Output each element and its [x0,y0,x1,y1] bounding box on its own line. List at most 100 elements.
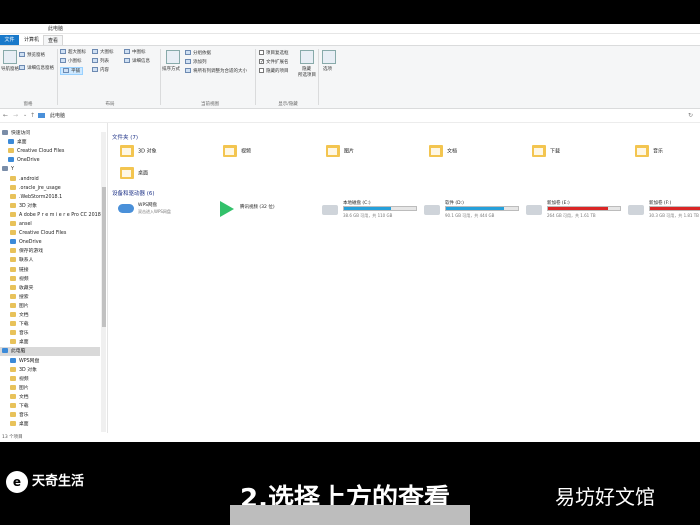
layout-icon [60,58,66,63]
layout-details[interactable]: 详细信息 [124,58,150,64]
folder-item[interactable]: 桌面 [120,167,148,179]
nav-item[interactable]: OneDrive [0,238,100,247]
layout-xl-icons[interactable]: 超大图标 [60,49,86,55]
forward-arrow-icon[interactable]: → [13,112,18,119]
hidden-items-toggle[interactable]: 隐藏的项目 [259,68,289,74]
nav-item[interactable]: 桌面 [0,338,100,347]
fit-columns-button[interactable]: 将所有列调整为合适的大小 [185,68,247,74]
tab-computer[interactable]: 计算机 [20,35,43,45]
preview-pane-button[interactable]: 预览窗格 [19,52,45,58]
nav-item[interactable]: Creative Cloud Files [0,147,100,156]
layout-icon [92,67,98,72]
folders-section-header[interactable]: 文件夹 (7) [112,133,138,141]
sort-button[interactable]: 排序方式 [162,66,180,72]
drive-item[interactable]: 软件 (D:) 90.1 GB 可用，共 444 GB [424,200,524,222]
folder-icon [10,384,16,390]
nav-item[interactable]: 文档 [0,311,100,320]
add-column-button[interactable]: 添加列 [185,59,207,65]
nav-pane-icon[interactable] [3,50,17,64]
nav-item[interactable]: 桌面 [0,138,100,147]
nav-scrollbar[interactable] [101,132,106,432]
checkbox-icon [259,68,264,73]
nav-item[interactable]: OneDrive [0,156,100,165]
item-checkbox-toggle[interactable]: 项目复选框 [259,50,289,56]
drive-item[interactable]: 本地磁盘 (C:) 38.6 GB 可用，共 110 GB [322,200,422,222]
address-path[interactable]: 此电脑 [50,112,65,119]
layout-content[interactable]: 内容 [92,67,109,73]
folder-item[interactable]: 音乐 [635,145,663,157]
layout-medium-icons[interactable]: 中图标 [124,49,146,55]
nav-item[interactable]: 搜索 [0,293,100,302]
nav-item[interactable]: 快速访问 [0,129,100,138]
devices-section-header[interactable]: 设备和驱动器 (6) [112,189,155,197]
tab-file[interactable]: 文件 [0,35,19,45]
nav-item[interactable]: 3D 对象 [0,366,100,375]
drive-free-space: 264 GB 可用，共 1.61 TB [547,213,596,218]
nav-item[interactable]: 链接 [0,266,100,275]
nav-item[interactable]: ansel [0,220,100,229]
ribbon: 导航窗格 预览窗格 详细信息窗格 窗格 超大图标 大图标 中图标 小图标 列表 … [0,45,700,109]
drive-item[interactable]: 新加卷 (E:) 264 GB 可用，共 1.61 TB [526,200,626,222]
nav-item[interactable]: .oracle_jre_usage [0,184,100,193]
nav-item[interactable]: Creative Cloud Files [0,229,100,238]
drive-usage-fill [650,207,700,210]
nav-pane-button[interactable]: 导航窗格 [1,66,19,72]
layout-icon [124,49,130,54]
folder-item[interactable]: 文档 [429,145,457,157]
back-arrow-icon[interactable]: ← [3,112,8,119]
layout-tiles[interactable]: 平铺 [60,67,83,75]
groupby-button[interactable]: 分组依据 [185,50,211,56]
up-arrow-icon[interactable]: ↑ [30,112,35,119]
nav-item[interactable]: .android [0,175,100,184]
folder-item[interactable]: 图片 [326,145,354,157]
nav-item[interactable]: 音乐 [0,329,100,338]
nav-item[interactable]: 下载 [0,320,100,329]
layout-list[interactable]: 列表 [92,58,109,64]
file-extension-toggle[interactable]: ✓ 文件扩展名 [259,59,289,65]
nav-item[interactable]: 视频 [0,275,100,284]
device-wps-cloud[interactable]: WPS网盘 双击进入WPS网盘 [118,201,208,219]
explorer-window: 此电脑 文件 计算机 查看 导航窗格 预览窗格 详细信息窗格 窗格 超大图标 大… [0,24,700,442]
nav-item[interactable]: 收藏夹 [0,284,100,293]
nav-item[interactable]: 保存的游戏 [0,247,100,256]
nav-item[interactable]: 图片 [0,384,100,393]
nav-item[interactable]: 联系人 [0,256,100,265]
options-button[interactable]: 选项 [323,66,332,72]
folder-item[interactable]: 下载 [532,145,560,157]
refresh-icon[interactable]: ↻ [688,112,693,119]
details-pane-button[interactable]: 详细信息窗格 [19,65,54,71]
drive-free-space: 90.1 GB 可用，共 444 GB [445,213,495,218]
nav-item[interactable]: 视频 [0,375,100,384]
layout-large-icons[interactable]: 大图标 [92,49,114,55]
drive-usage-fill [446,207,504,210]
cloud-icon [10,239,16,245]
nav-item[interactable]: Y [0,165,100,174]
recent-dropdown-icon[interactable]: ⌄ [23,112,27,118]
options-icon[interactable] [322,50,336,64]
nav-item[interactable]: 桌面 [0,420,100,429]
drive-usage-bar [649,206,700,211]
tab-view[interactable]: 查看 [43,35,64,45]
nav-item[interactable]: 文档 [0,393,100,402]
address-bar[interactable]: ← → ⌄ ↑ 此电脑 ↻ [0,109,700,123]
scrollbar-thumb[interactable] [101,187,106,327]
drive-item[interactable]: 新加卷 (F:) 30.3 GB 可用，共 1.81 TB [628,200,700,222]
nav-item[interactable]: 图片 [0,302,100,311]
device-name: 腾讯视频 (32 位) [240,205,275,210]
hide-selected-button-line2[interactable]: 所选项目 [298,72,316,78]
title-bar: 此电脑 [0,24,700,34]
folder-item[interactable]: 3D 对象 [120,145,157,157]
nav-item[interactable]: 3D 对象 [0,202,100,211]
nav-item[interactable]: 下载 [0,402,100,411]
device-tencent-video[interactable]: 腾讯视频 (32 位) [220,201,310,219]
folder-item[interactable]: 视频 [223,145,251,157]
nav-item[interactable]: 音乐 [0,411,100,420]
hide-selected-icon[interactable] [300,50,314,64]
nav-item[interactable]: A dobe P r e m i e r e Pro CC 2018 [0,211,101,220]
nav-item[interactable]: 此电脑 [0,347,100,357]
sort-icon[interactable] [166,50,180,64]
folder-icon [10,202,16,208]
layout-small-icons[interactable]: 小图标 [60,58,82,64]
nav-item[interactable]: .WebStorm2018.1 [0,193,100,202]
nav-item[interactable]: WPS网盘 [0,357,100,366]
